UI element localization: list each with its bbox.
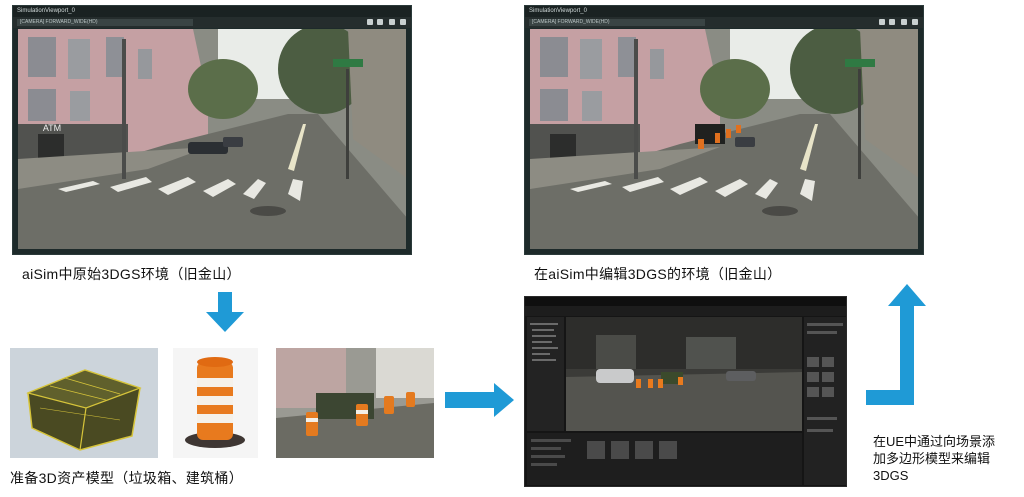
- viewport-toolbar: [CAMERA] FORWARD_WIDE(HD): [525, 17, 923, 28]
- street-scene-edited: [530, 29, 918, 249]
- settings-icon[interactable]: [901, 19, 907, 25]
- details-panel-svg: [807, 323, 843, 432]
- composited-scene-image: [276, 348, 434, 458]
- details-panel[interactable]: [804, 317, 846, 485]
- composited-scene-svg: [276, 348, 434, 458]
- caption-ue-note: 在UE中通过向场景添 加多边形模型来编辑 3DGS: [873, 434, 996, 483]
- dumpster-model-image: [10, 348, 158, 458]
- caption-assets: 准备3D资产模型（垃圾箱、建筑桶）: [10, 470, 243, 486]
- record-icon[interactable]: [377, 19, 383, 25]
- unreal-editor-window: [524, 296, 847, 487]
- content-browser-svg: [531, 439, 677, 466]
- viewport-toolbar: [CAMERA] FORWARD_WIDE(HD): [13, 17, 411, 28]
- caption-edited-env: 在aiSim中编辑3DGS的环境（旧金山）: [534, 266, 782, 282]
- dumpster-model-svg: [10, 348, 158, 458]
- record-icon[interactable]: [889, 19, 895, 25]
- camera-icon[interactable]: [367, 19, 373, 25]
- settings-icon[interactable]: [389, 19, 395, 25]
- content-browser-panel[interactable]: [527, 433, 802, 485]
- viewport-title: SimulationViewport_0: [525, 6, 923, 17]
- outliner-list-svg: [530, 323, 558, 361]
- atm-sign: ATM: [43, 123, 61, 133]
- expand-icon[interactable]: [400, 19, 406, 25]
- caption-original-env: aiSim中原始3DGS环境（旧金山）: [22, 266, 241, 282]
- street-scene-svg: ATM: [18, 29, 406, 249]
- barrel-model-svg: [173, 348, 258, 458]
- editor-viewport[interactable]: [566, 317, 802, 431]
- viewport-title: SimulationViewport_0: [13, 6, 411, 17]
- viewport-window-edited: SimulationViewport_0 [CAMERA] FORWARD_WI…: [524, 5, 924, 255]
- expand-icon[interactable]: [912, 19, 918, 25]
- editor-viewport-svg: [566, 317, 802, 431]
- barrel-model-image: [173, 348, 258, 458]
- camera-dropdown[interactable]: [CAMERA] FORWARD_WIDE(HD): [529, 19, 705, 26]
- street-scene-svg: [530, 29, 918, 249]
- camera-icon[interactable]: [879, 19, 885, 25]
- editor-menubar: [525, 297, 846, 306]
- outliner-panel[interactable]: [527, 317, 564, 431]
- viewport-window-original: SimulationViewport_0 [CAMERA] FORWARD_WI…: [12, 5, 412, 255]
- street-scene-original: ATM: [18, 29, 406, 249]
- editor-toolbar: [525, 306, 846, 316]
- camera-dropdown[interactable]: [CAMERA] FORWARD_WIDE(HD): [17, 19, 193, 26]
